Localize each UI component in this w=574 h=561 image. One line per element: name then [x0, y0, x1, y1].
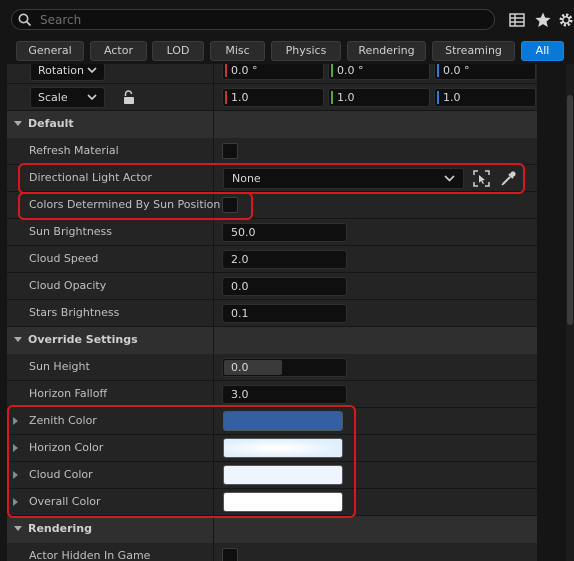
column-divider: [213, 64, 214, 561]
horizon-color-swatch[interactable]: [223, 438, 343, 458]
directional-light-actor-row: Directional Light Actor None: [7, 165, 537, 192]
category-rendering[interactable]: Rendering: [7, 516, 537, 543]
pick-actor-icon[interactable]: [473, 170, 490, 187]
collapse-arrow-icon[interactable]: [14, 121, 22, 126]
rotation-y-field[interactable]: 0.0 °: [328, 64, 430, 80]
settings-gear-icon[interactable]: [557, 11, 574, 29]
expand-arrow-icon[interactable]: [13, 471, 18, 479]
cloud-color-row: Cloud Color: [7, 462, 537, 489]
directional-light-actor-dropdown[interactable]: None: [223, 168, 464, 189]
star-icon[interactable]: [534, 11, 552, 29]
scrollbar-thumb[interactable]: [567, 95, 573, 325]
search-input[interactable]: [40, 10, 480, 29]
cloud-opacity-row: Cloud Opacity 0.0: [7, 273, 537, 300]
collapse-arrow-icon[interactable]: [14, 337, 22, 342]
chevron-down-icon: [444, 175, 455, 182]
stars-brightness-field[interactable]: 0.1: [222, 304, 347, 323]
sun-brightness-field[interactable]: 50.0: [222, 223, 347, 242]
sun-height-slider[interactable]: 0.0: [222, 358, 347, 377]
scale-mode-dropdown[interactable]: Scale: [30, 87, 105, 108]
rotation-z-field[interactable]: 0.0 °: [434, 64, 536, 80]
horizon-falloff-row: Horizon Falloff 3.0: [7, 381, 537, 408]
tab-lod[interactable]: LOD: [152, 41, 204, 61]
sun-brightness-row: Sun Brightness 50.0: [7, 219, 537, 246]
cloud-speed-field[interactable]: 2.0: [222, 250, 347, 269]
expand-arrow-icon[interactable]: [13, 417, 18, 425]
horizon-color-row: Horizon Color: [7, 435, 537, 462]
expand-arrow-icon[interactable]: [13, 498, 18, 506]
stars-brightness-row: Stars Brightness 0.1: [7, 300, 537, 327]
tab-rendering[interactable]: Rendering: [347, 41, 426, 61]
scale-row: Scale 1.0 1.0 1.0: [7, 84, 537, 111]
rotation-mode-dropdown[interactable]: Rotation: [30, 64, 105, 81]
sun-height-row: Sun Height 0.0: [7, 354, 537, 381]
search-box[interactable]: [11, 9, 495, 30]
category-default[interactable]: Default: [7, 111, 537, 138]
refresh-material-row: Refresh Material: [7, 138, 537, 165]
scale-y-field[interactable]: 1.0: [328, 88, 430, 107]
lock-icon[interactable]: [122, 90, 136, 105]
filter-tabs: General Actor LOD Misc Physics Rendering…: [0, 38, 574, 64]
collapse-arrow-icon[interactable]: [14, 526, 22, 531]
horizon-falloff-field[interactable]: 3.0: [222, 385, 347, 404]
rotation-row: Rotation 0.0 ° 0.0 ° 0.0 °: [7, 64, 537, 84]
colors-by-sun-checkbox[interactable]: [222, 197, 238, 213]
scale-z-field[interactable]: 1.0: [434, 88, 536, 107]
scale-x-field[interactable]: 1.0: [222, 88, 324, 107]
cloud-opacity-field[interactable]: 0.0: [222, 277, 347, 296]
colors-by-sun-row: Colors Determined By Sun Position: [7, 192, 537, 219]
refresh-material-checkbox[interactable]: [222, 143, 238, 159]
actor-hidden-checkbox[interactable]: [222, 548, 238, 561]
eyedropper-icon[interactable]: [500, 170, 517, 187]
zenith-color-swatch[interactable]: [223, 411, 343, 431]
search-toolbar: [0, 0, 574, 38]
tab-all[interactable]: All: [521, 41, 564, 61]
overall-color-swatch[interactable]: [223, 492, 343, 512]
tab-actor[interactable]: Actor: [90, 41, 147, 61]
tab-general[interactable]: General: [16, 41, 84, 61]
tab-misc[interactable]: Misc: [210, 41, 265, 61]
cloud-speed-row: Cloud Speed 2.0: [7, 246, 537, 273]
rotation-x-field[interactable]: 0.0 °: [222, 64, 324, 80]
tab-physics[interactable]: Physics: [271, 41, 341, 61]
category-override-settings[interactable]: Override Settings: [7, 327, 537, 354]
overall-color-row: Overall Color: [7, 489, 537, 516]
cloud-color-swatch[interactable]: [223, 465, 343, 485]
search-icon: [18, 13, 32, 27]
zenith-color-row: Zenith Color: [7, 408, 537, 435]
expand-arrow-icon[interactable]: [13, 444, 18, 452]
actor-hidden-row: Actor Hidden In Game: [7, 543, 537, 561]
table-view-icon[interactable]: [508, 11, 526, 29]
details-panel: Rotation 0.0 ° 0.0 ° 0.0 ° Scale 1.0 1.0…: [7, 64, 537, 561]
tab-streaming[interactable]: Streaming: [432, 41, 515, 61]
